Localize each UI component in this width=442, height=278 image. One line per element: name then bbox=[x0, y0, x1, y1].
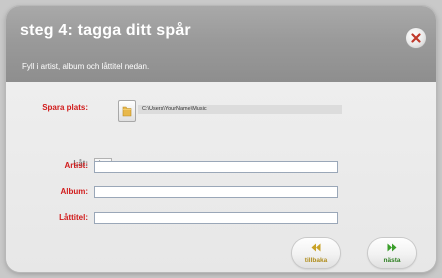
dialog-header: steg 4: tagga ditt spår Fyll i artist, a… bbox=[6, 6, 436, 82]
next-button[interactable]: nästa bbox=[368, 238, 416, 268]
close-icon bbox=[411, 33, 421, 43]
dialog-subtitle: Fyll i artist, album och låttitel nedan. bbox=[22, 62, 150, 71]
double-chevron-left-icon bbox=[311, 243, 321, 252]
dialog-title: steg 4: tagga ditt spår bbox=[20, 22, 191, 39]
tagging-dialog: steg 4: tagga ditt spår Fyll i artist, a… bbox=[6, 6, 436, 272]
next-button-label: nästa bbox=[383, 257, 401, 264]
back-button[interactable]: tillbaka bbox=[292, 238, 340, 268]
folder-icon bbox=[122, 106, 132, 117]
song-title-input[interactable] bbox=[94, 212, 338, 224]
song-title-label: Låttitel: bbox=[59, 213, 88, 222]
album-input[interactable] bbox=[94, 186, 338, 198]
double-chevron-right-icon bbox=[387, 243, 397, 252]
artist-label: Artist: bbox=[64, 161, 88, 170]
album-label: Album: bbox=[60, 187, 88, 196]
save-location-path: C:\Users\YourName\Music bbox=[138, 105, 342, 114]
close-button[interactable] bbox=[406, 28, 426, 48]
browse-folder-button[interactable] bbox=[118, 100, 136, 122]
artist-input[interactable] bbox=[94, 161, 338, 173]
save-location-label: Spara plats: bbox=[42, 103, 88, 112]
back-button-label: tillbaka bbox=[304, 257, 328, 264]
